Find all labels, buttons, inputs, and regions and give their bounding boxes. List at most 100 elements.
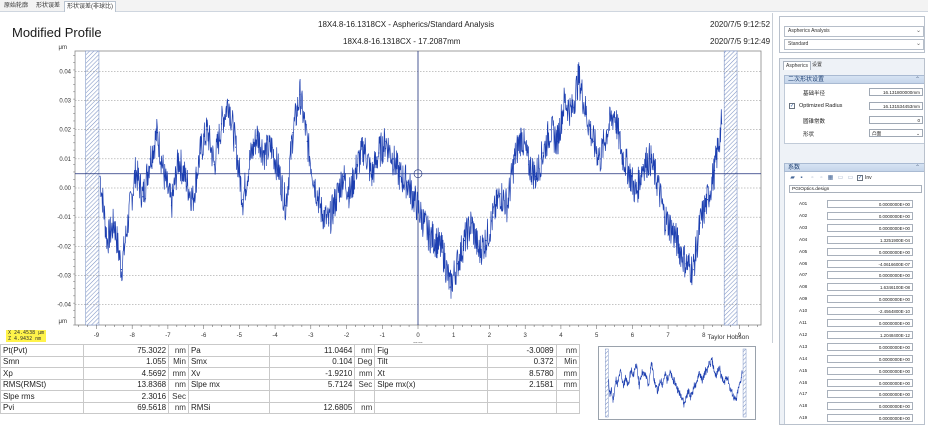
profile-point	[521, 134, 523, 137]
profile-point	[392, 158, 394, 160]
subtab-aspherics[interactable]: Aspherics	[783, 61, 811, 70]
parameter-value: 75.3022	[83, 344, 170, 357]
coefficient-value-input[interactable]: 0.0000000E+00	[827, 390, 913, 399]
coefficient-value-input[interactable]: 0.0000000E+00	[827, 402, 913, 411]
profile-point	[292, 132, 294, 134]
profile-thumbnail[interactable]	[598, 346, 756, 420]
aspherics-settings-panel: Aspherics 设置 二次形状设置 ⌃ 基础半径 16.131800000m…	[779, 58, 925, 425]
section-conic-header[interactable]: 二次形状设置 ⌃	[784, 75, 924, 84]
profile-point	[370, 175, 373, 177]
analysis-type-select[interactable]: Aspherics Analysis ⌄	[784, 26, 924, 37]
import-icon[interactable]: ▭	[837, 175, 844, 182]
parameter-unit: nm	[354, 401, 376, 414]
table-icon[interactable]: ▦	[827, 175, 834, 182]
profile-plot[interactable]: -0.04 -0.03 -0.02 -0.01 0.00 0.01 0.02 0.03 0.04…	[0, 13, 773, 343]
parameter-label: Smn	[0, 355, 85, 368]
coefficient-value-input[interactable]: -2.4564800E-10	[827, 307, 913, 316]
profile-point	[378, 152, 380, 154]
standard-select[interactable]: Standard ⌄	[784, 39, 924, 50]
collapse-icon[interactable]: ⌃	[915, 76, 920, 84]
profile-point	[499, 193, 501, 195]
section-coefficients-header[interactable]: 系数 ⌃	[784, 163, 924, 172]
parameter-value	[486, 390, 557, 403]
coefficient-name: A16	[799, 379, 808, 385]
profile-point	[220, 123, 223, 125]
coefficient-value-input[interactable]: 0.0000000E+00	[827, 319, 913, 327]
coefficient-value-input[interactable]: 0.0000000E+00	[827, 223, 913, 232]
y-tick-label: 0.00	[59, 186, 71, 192]
parameter-value	[269, 390, 356, 403]
parameter-label: Slpe rms	[0, 390, 85, 403]
profile-point	[185, 178, 187, 180]
coefficient-value-input[interactable]: 1.6346100E-08	[827, 283, 913, 292]
parameter-label: Fig	[374, 344, 488, 357]
parameter-label: Slpe mx(x)	[374, 378, 488, 391]
tab-form-error-aspheric[interactable]: 形状误差(非球比)	[64, 1, 116, 12]
x-tick-label: -5	[237, 333, 243, 339]
parameter-row: Pt(Pvt) 75.3022 nm Pa 11.0464 nm Fig -3.0089 nm	[0, 344, 581, 357]
profile-point	[442, 251, 444, 253]
parameter-unit: Deg	[354, 355, 376, 368]
coefficient-value-input[interactable]: -4.0616600E-07	[827, 259, 913, 268]
parameter-unit: mm	[168, 367, 189, 380]
parameter-unit: nm	[168, 401, 189, 414]
profile-point	[120, 269, 123, 271]
collapse-icon[interactable]: ⌃	[915, 164, 920, 172]
profile-point	[563, 99, 566, 102]
profile-point	[285, 204, 287, 207]
x-tick-label: 0	[416, 333, 420, 339]
section-coefficients-body: ▰ ▪ ▫ ▫ ▦ ▭ ▭ ✓ Inv PGIOptics.design A01…	[784, 172, 924, 424]
coefficient-value-input[interactable]: 0.0000000E+00	[827, 342, 913, 351]
coefficient-value-input[interactable]: 0.0000000E+00	[827, 200, 913, 208]
coefficient-value-input[interactable]: 0.0000000E+00	[827, 378, 913, 387]
parameter-value: 0.104	[269, 355, 356, 368]
parameter-label: Tilt	[374, 355, 488, 368]
shape-select[interactable]: 凸面 ⌄	[869, 129, 923, 137]
parameter-value: -1.9210	[269, 367, 356, 380]
profile-point	[699, 222, 701, 224]
coefficient-value-input[interactable]: 1.2048400E-12	[827, 330, 913, 339]
coefficient-value-input[interactable]: 0.0000000E+00	[827, 247, 913, 256]
x-tick-label: -6	[201, 333, 207, 339]
section-coefficients-title: 系数	[788, 165, 801, 171]
profile-point	[478, 251, 480, 253]
coefficient-name: A15	[799, 367, 808, 373]
coefficient-row: A17 0.0000000E+00	[785, 390, 924, 399]
coefficient-value-input[interactable]: 1.3251900E-04	[827, 235, 913, 244]
coefficient-name: A08	[799, 284, 808, 290]
subtab-settings[interactable]: 设置	[810, 61, 824, 70]
export-icon[interactable]: ▭	[847, 175, 854, 182]
coefficient-row: A06 -4.0616600E-07	[785, 259, 924, 269]
coefficient-value-input[interactable]: 0.0000000E+00	[827, 414, 913, 423]
parameter-row: Slpe rms 2.3016 Sec	[0, 390, 581, 403]
coefficient-value-input[interactable]: 0.0000000E+00	[827, 354, 913, 363]
tab-form-error[interactable]: 形状误差	[34, 1, 62, 12]
profile-point	[635, 193, 637, 195]
save-icon[interactable]: ▪	[798, 175, 805, 182]
profile-point	[571, 111, 573, 113]
paste-icon[interactable]: ▫	[818, 175, 825, 182]
profile-point	[156, 132, 158, 134]
section-conic-body: 基础半径 16.131800000mm ✓ Optimized Radius 1…	[784, 84, 924, 144]
tab-raw-profile[interactable]: 原始轮廓	[2, 1, 30, 12]
coefficient-value-input[interactable]: 0.0000000E+00	[827, 271, 913, 280]
coefficient-row: A19 0.0000000E+00	[785, 414, 924, 423]
coefficient-value-input[interactable]: 0.0000000E+00	[827, 295, 913, 304]
shape-label: 形状	[803, 132, 815, 138]
optimized-radius-checkbox[interactable]: ✓	[789, 103, 795, 109]
design-file-field[interactable]: PGIOptics.design	[789, 185, 922, 193]
parameter-value: 0.372	[486, 355, 557, 368]
coefficient-value-input[interactable]: 0.0000000E+00	[827, 211, 913, 220]
copy-icon[interactable]: ▫	[809, 175, 816, 182]
profile-point	[313, 181, 315, 183]
inv-checkbox[interactable]: ✓	[857, 175, 863, 181]
coefficient-value-input[interactable]: 0.0000000E+00	[827, 366, 913, 375]
profile-point	[99, 175, 101, 177]
base-radius-input[interactable]: 16.131800000mm	[869, 88, 923, 96]
profile-point	[485, 239, 487, 242]
profile-point	[242, 199, 244, 201]
open-folder-icon[interactable]: ▰	[789, 175, 796, 182]
coefficient-row: A18 0.0000000E+00	[785, 402, 924, 411]
conic-constant-input[interactable]: 0	[869, 116, 923, 124]
profile-point	[663, 216, 666, 218]
